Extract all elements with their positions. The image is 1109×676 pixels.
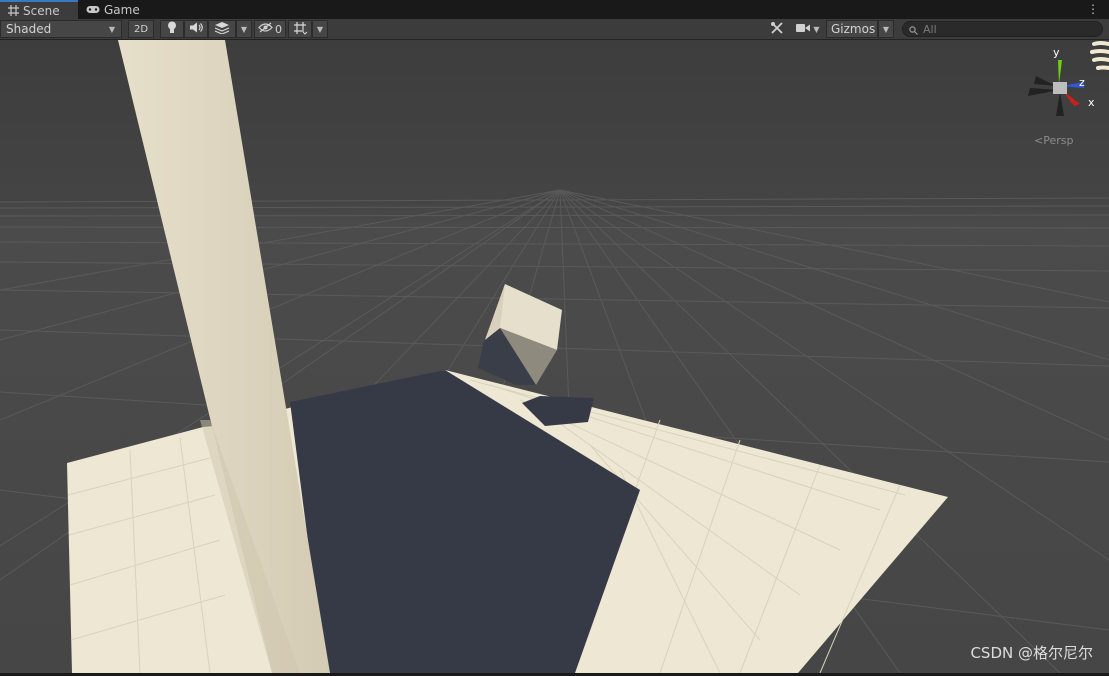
tab-game-label: Game (104, 2, 140, 17)
tab-game[interactable]: Game (78, 0, 148, 19)
grid-dropdown[interactable]: ▼ (312, 20, 328, 38)
more-options-icon[interactable]: ⋮ (1087, 2, 1099, 16)
chevron-left-icon: < (1034, 134, 1044, 147)
hidden-objects-toggle[interactable]: 0 (254, 20, 286, 38)
draw-mode-label: Shaded (6, 22, 52, 36)
axis-z-label: z (1079, 76, 1085, 89)
gamepad-icon (86, 4, 100, 15)
effects-toggle[interactable] (208, 20, 236, 38)
grid-icon (8, 5, 19, 16)
mode-2d-label: 2D (133, 23, 149, 35)
layers-icon (214, 21, 230, 37)
camera-button[interactable]: ▼ (792, 20, 824, 38)
eye-off-icon (258, 22, 273, 36)
mode-2d-button[interactable]: 2D (128, 20, 154, 38)
chevron-down-icon: ▼ (316, 24, 324, 34)
axis-y-label: y (1053, 46, 1060, 59)
speaker-icon (189, 22, 203, 36)
chevron-down-icon: ▼ (108, 24, 115, 34)
hand-cursor-icon (1086, 40, 1109, 84)
hidden-count: 0 (275, 22, 282, 36)
tab-scene[interactable]: Scene (0, 0, 78, 19)
tab-scene-label: Scene (23, 3, 60, 18)
gizmos-label: Gizmos (831, 22, 876, 36)
grid-toggle[interactable] (288, 20, 312, 38)
chevron-down-icon: ▼ (240, 24, 248, 34)
camera-icon (796, 22, 811, 36)
scene-viewport[interactable]: y z x <Persp CSDN @格尔尼尔 (0, 40, 1109, 673)
lightbulb-icon (167, 21, 177, 37)
search-icon (909, 20, 919, 39)
tools-icon (770, 21, 784, 38)
projection-toggle[interactable]: <Persp (1034, 134, 1073, 147)
draw-mode-dropdown[interactable]: Shaded ▼ (0, 20, 122, 38)
gizmos-button[interactable]: Gizmos (826, 20, 878, 38)
chevron-down-icon: ▼ (882, 24, 890, 34)
search-input[interactable] (923, 22, 1093, 36)
watermark: CSDN @格尔尼尔 (970, 644, 1093, 662)
axis-x-label: x (1088, 96, 1095, 109)
projection-label: Persp (1043, 134, 1074, 147)
audio-toggle[interactable] (184, 20, 208, 38)
gizmos-dropdown[interactable]: ▼ (878, 20, 894, 38)
grid-snap-icon (293, 21, 308, 38)
scene-search[interactable] (902, 21, 1103, 37)
tools-button[interactable] (766, 20, 788, 38)
tab-bar: Scene Game ⋮ (0, 0, 1109, 20)
lighting-toggle[interactable] (160, 20, 184, 38)
chevron-down-icon: ▼ (813, 24, 820, 34)
effects-dropdown[interactable]: ▼ (236, 20, 252, 38)
scene-toolbar: Shaded ▼ 2D ▼ 0 ▼ ▼ Gizmos ▼ All (0, 19, 1109, 40)
scene-canvas (0, 40, 1109, 673)
